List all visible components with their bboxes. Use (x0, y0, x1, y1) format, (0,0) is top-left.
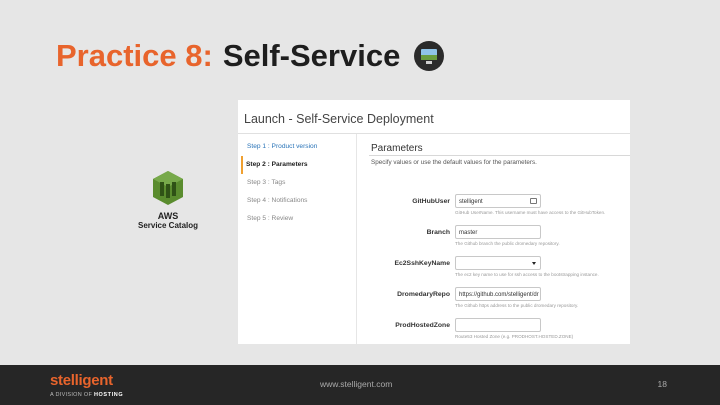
footer: stelligent A DIVISION OF HOSTING www.ste… (0, 365, 720, 405)
field-help: The Github branch the public dromedary r… (455, 241, 560, 246)
field-githubuser: GitHubUser stelligent GitHub UserName. T… (357, 194, 630, 224)
prodhostedzone-input[interactable] (455, 318, 541, 332)
field-label: GitHubUser (412, 198, 450, 205)
slide-title: Practice 8: Self-Service (56, 38, 445, 74)
field-prodhostedzone: ProdHostedZone Route53 Hosted Zone (e.g.… (357, 318, 630, 344)
field-help: Route53 Hosted Zone (e.g. PRODHOST.HOSTE… (455, 334, 574, 339)
wizard-steps: Step 1 : Product version Step 2 : Parame… (241, 138, 356, 228)
brand-sub-prefix: A DIVISION OF (50, 392, 93, 398)
step-review: Step 5 : Review (247, 215, 294, 222)
field-label: DromedaryRepo (397, 291, 450, 298)
branch-input[interactable]: master (455, 225, 541, 239)
service-catalog-label: Service Catalog (137, 221, 199, 230)
field-label: Ec2SshKeyName (394, 260, 450, 267)
field-branch: Branch master The Github branch the publ… (357, 225, 630, 255)
field-ec2sshkeyname: Ec2SshKeyName The ec2 key name to use fo… (357, 256, 630, 286)
slide-title-main: Self-Service (222, 38, 401, 73)
field-help: The ec2 key name to use for ssh access t… (455, 272, 599, 277)
input-value: https://github.com/stelligent/dr (459, 292, 539, 298)
field-help: The Github https address to the public d… (455, 303, 579, 308)
footer-url: www.stelligent.com (320, 379, 393, 389)
ec2sshkeyname-select[interactable] (455, 256, 541, 270)
keyboard-icon[interactable] (530, 198, 537, 204)
parameters-divider (369, 155, 630, 156)
launch-panel: Launch - Self-Service Deployment Step 1 … (238, 100, 630, 344)
step-parameters[interactable]: Step 2 : Parameters (241, 156, 356, 174)
aws-label: AWS (157, 211, 179, 221)
parameters-heading: Parameters (371, 143, 423, 154)
brand-subtitle: A DIVISION OF HOSTING (50, 392, 123, 398)
monitor-icon (414, 41, 445, 71)
githubuser-input[interactable]: stelligent (455, 194, 541, 208)
step-notifications: Step 4 : Notifications (247, 197, 308, 204)
field-label: ProdHostedZone (395, 322, 450, 329)
parameters-description: Specify values or use the default values… (371, 159, 537, 166)
input-value: stelligent (459, 199, 483, 205)
dromedaryrepo-input[interactable]: https://github.com/stelligent/dr (455, 287, 541, 301)
field-label: Branch (426, 229, 450, 236)
slide-title-accent: Practice 8: (56, 38, 213, 73)
input-value: master (459, 230, 478, 236)
aws-service-catalog: AWS Service Catalog (136, 170, 200, 230)
parameters-section: Parameters Specify values or use the def… (356, 134, 630, 344)
step-product-version[interactable]: Step 1 : Product version (246, 138, 356, 156)
aws-service-catalog-icon (153, 171, 183, 205)
page-number: 18 (657, 379, 667, 389)
chevron-down-icon[interactable] (532, 262, 536, 265)
field-help: GitHub UserName. This username must have… (455, 210, 606, 215)
panel-title: Launch - Self-Service Deployment (244, 112, 434, 126)
field-dromedaryrepo: DromedaryRepo https://github.com/stellig… (357, 287, 630, 317)
brand-logo: stelligent (50, 372, 113, 389)
step-tags: Step 3 : Tags (247, 179, 286, 186)
brand-sub-name: HOSTING (93, 392, 124, 398)
